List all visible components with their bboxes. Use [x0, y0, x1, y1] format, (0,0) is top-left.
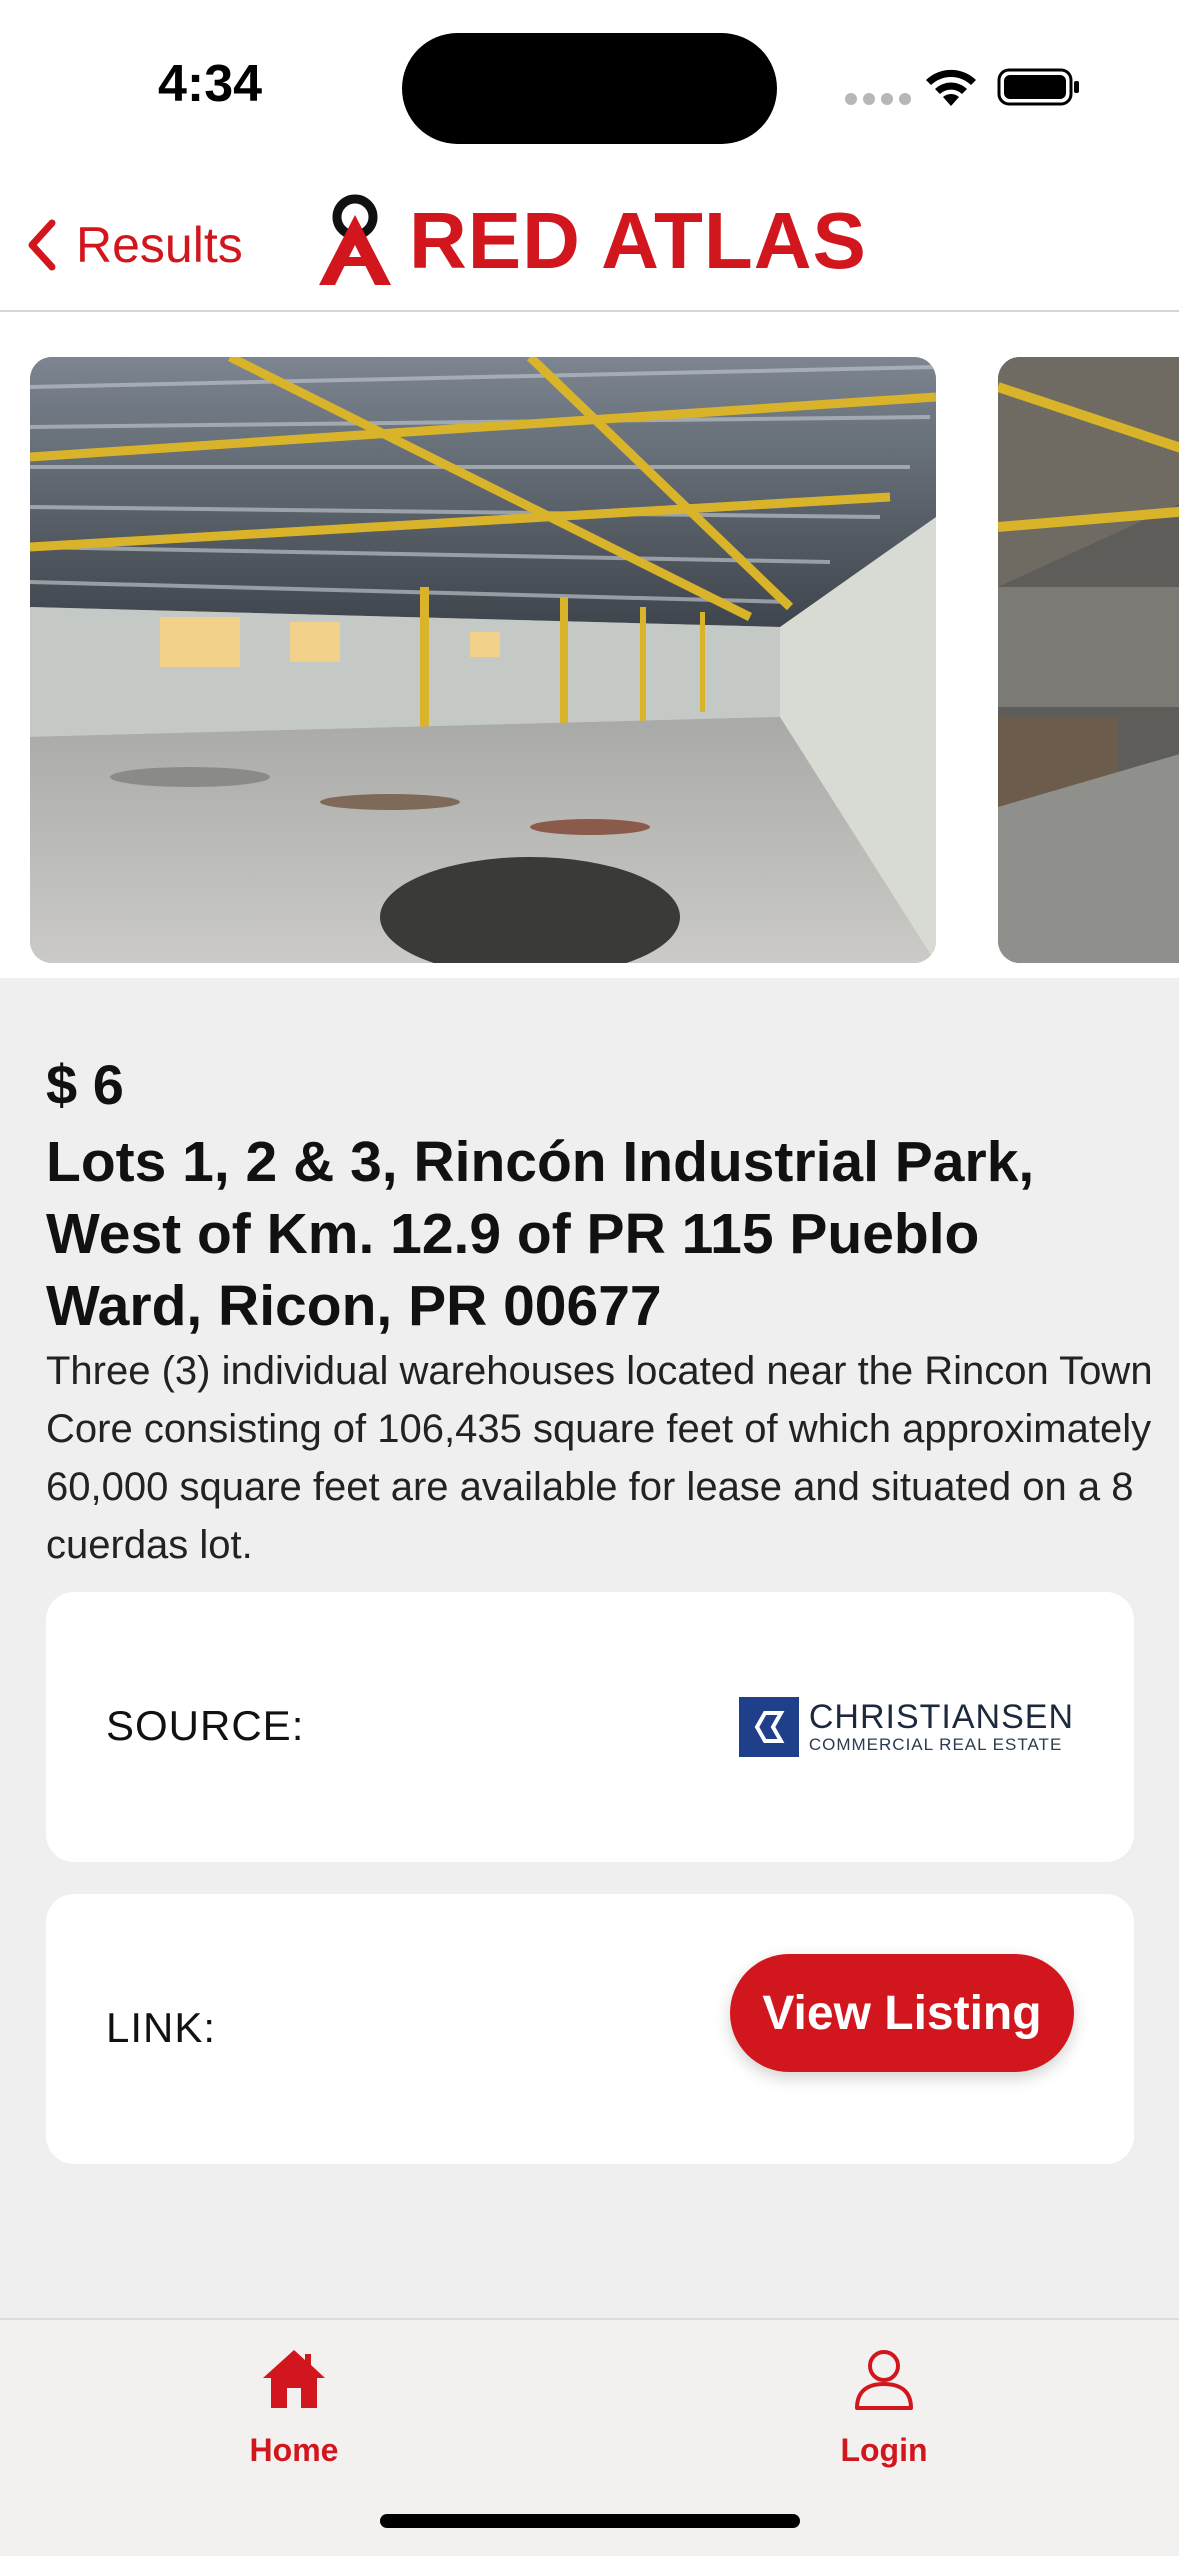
wifi-icon [926, 69, 976, 106]
tab-home[interactable]: Home [194, 2346, 394, 2486]
battery-icon [997, 68, 1079, 106]
source-logo-subtitle: COMMERCIAL REAL ESTATE [808, 1735, 1063, 1754]
warehouse-photo-image [30, 357, 936, 963]
listing-address: Lots 1, 2 & 3, Rincón Industrial Park, W… [46, 1130, 1035, 1338]
dynamic-island [402, 33, 777, 144]
cellular-signal-icon [845, 93, 911, 105]
listing-photo-next[interactable] [998, 357, 1179, 963]
link-card: LINK: View Listing [46, 1894, 1134, 2164]
source-logo-name: CHRISTIANSEN [808, 1698, 1074, 1736]
source-label: SOURCE: [106, 1702, 305, 1749]
source-card: SOURCE: CHRISTIANSEN COMMERCIAL REAL EST… [46, 1592, 1134, 1862]
back-label: Results [76, 217, 243, 273]
listing-photo[interactable] [30, 357, 936, 963]
person-icon [855, 2350, 913, 2410]
red-atlas-logo: RED ATLAS [315, 186, 867, 296]
view-listing-button[interactable]: View Listing [730, 1954, 1074, 2072]
christiansen-logo: CHRISTIANSEN COMMERCIAL REAL ESTATE [738, 1697, 1074, 1757]
christiansen-logo-mark-icon [738, 1697, 799, 1757]
nav-header: Results RED ATLAS [0, 160, 1179, 312]
warehouse-photo-image [998, 357, 1179, 963]
logo-mark-icon [319, 194, 391, 285]
link-label: LINK: [106, 2004, 217, 2051]
back-button[interactable]: Results [22, 210, 243, 280]
tab-login[interactable]: Login [784, 2346, 984, 2486]
status-bar: 4:34 [0, 0, 1179, 160]
logo-text: RED ATLAS [409, 196, 867, 285]
tab-home-label: Home [249, 2432, 339, 2468]
chevron-left-icon [28, 219, 56, 271]
listing-description: Three (3) individual warehouses located … [46, 1349, 1153, 1567]
home-indicator [380, 2514, 800, 2528]
status-time: 4:34 [158, 55, 263, 113]
tab-login-label: Login [840, 2432, 928, 2468]
listing-price: $ 6 [46, 1053, 124, 1116]
home-icon [263, 2350, 325, 2408]
photo-gallery[interactable] [0, 312, 1179, 978]
